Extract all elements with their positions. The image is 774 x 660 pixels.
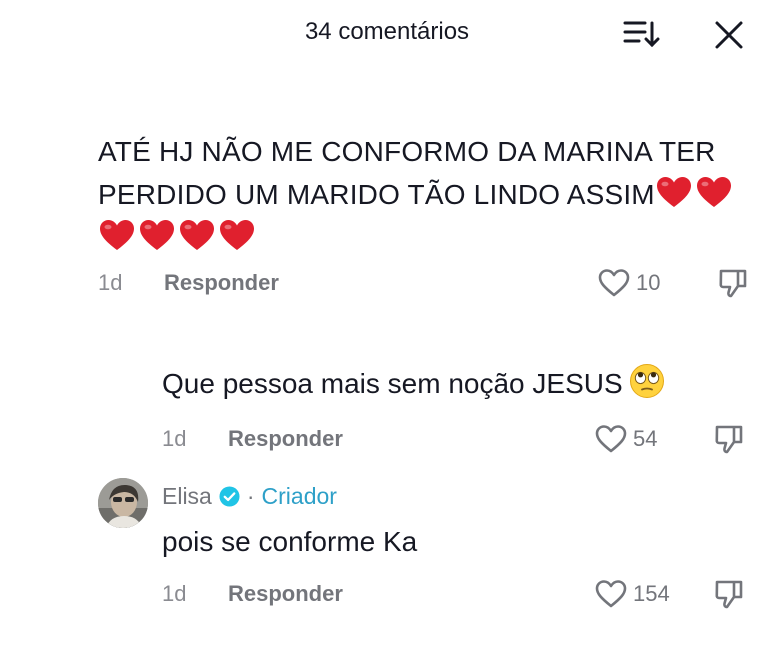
sort-list-icon [623,21,660,48]
like-count: 54 [633,426,658,451]
like-button[interactable]: 154 [595,577,670,611]
avatar-photo [98,478,148,528]
comment-author-row: Elisa · Criador [162,480,337,512]
sort-button[interactable] [622,18,660,50]
dislike-button[interactable] [717,267,749,299]
close-icon [715,21,743,49]
creator-comment-text: pois se conforme Ka [162,526,418,557]
red-heart-emoji [696,177,731,207]
red-heart-emoji [656,177,691,207]
reply-button[interactable]: Responder [164,270,279,296]
like-count: 154 [633,581,670,606]
dislike-button[interactable] [713,578,745,610]
tag-separator: · [246,482,255,509]
thumbs-down-icon [719,269,747,298]
comment-time: 1d [98,270,123,295]
like-count: 10 [636,270,661,295]
thumbs-down-icon [715,580,743,609]
red-heart-emoji [220,220,254,250]
face-with-rolling-eyes-emoji [629,364,664,398]
creator-tag: Criador [261,482,337,509]
like-button[interactable]: 10 [598,266,660,300]
reply-comment-text: Que pessoa mais sem noção JESUS [162,362,722,405]
comment-meta: 1d Responder [162,424,343,454]
thumbs-down-icon [715,425,743,454]
like-button[interactable]: 54 [595,422,657,456]
comment-meta: 1d Responder [98,268,279,298]
dislike-button[interactable] [713,423,745,455]
heart-outline-icon [598,269,630,297]
comment-time: 1d [162,426,187,451]
verified-badge-icon [219,485,240,507]
red-heart-emoji [180,220,214,250]
comment-text: ATÉ HJ NÃO ME CONFORMO DA MARINA TER PER… [98,130,748,259]
avatar[interactable] [98,478,148,528]
red-heart-emoji [100,220,134,250]
red-heart-emoji [140,220,174,250]
reply-button[interactable]: Responder [228,426,343,452]
comment-meta: 1d Responder [162,579,343,609]
heart-outline-icon [595,425,627,453]
reply-button[interactable]: Responder [228,581,343,607]
comments-header: 34 comentários [0,0,774,70]
close-button[interactable] [712,18,746,52]
author-name[interactable]: Elisa [162,483,212,510]
heart-outline-icon [595,580,627,608]
comment-time: 1d [162,581,187,606]
